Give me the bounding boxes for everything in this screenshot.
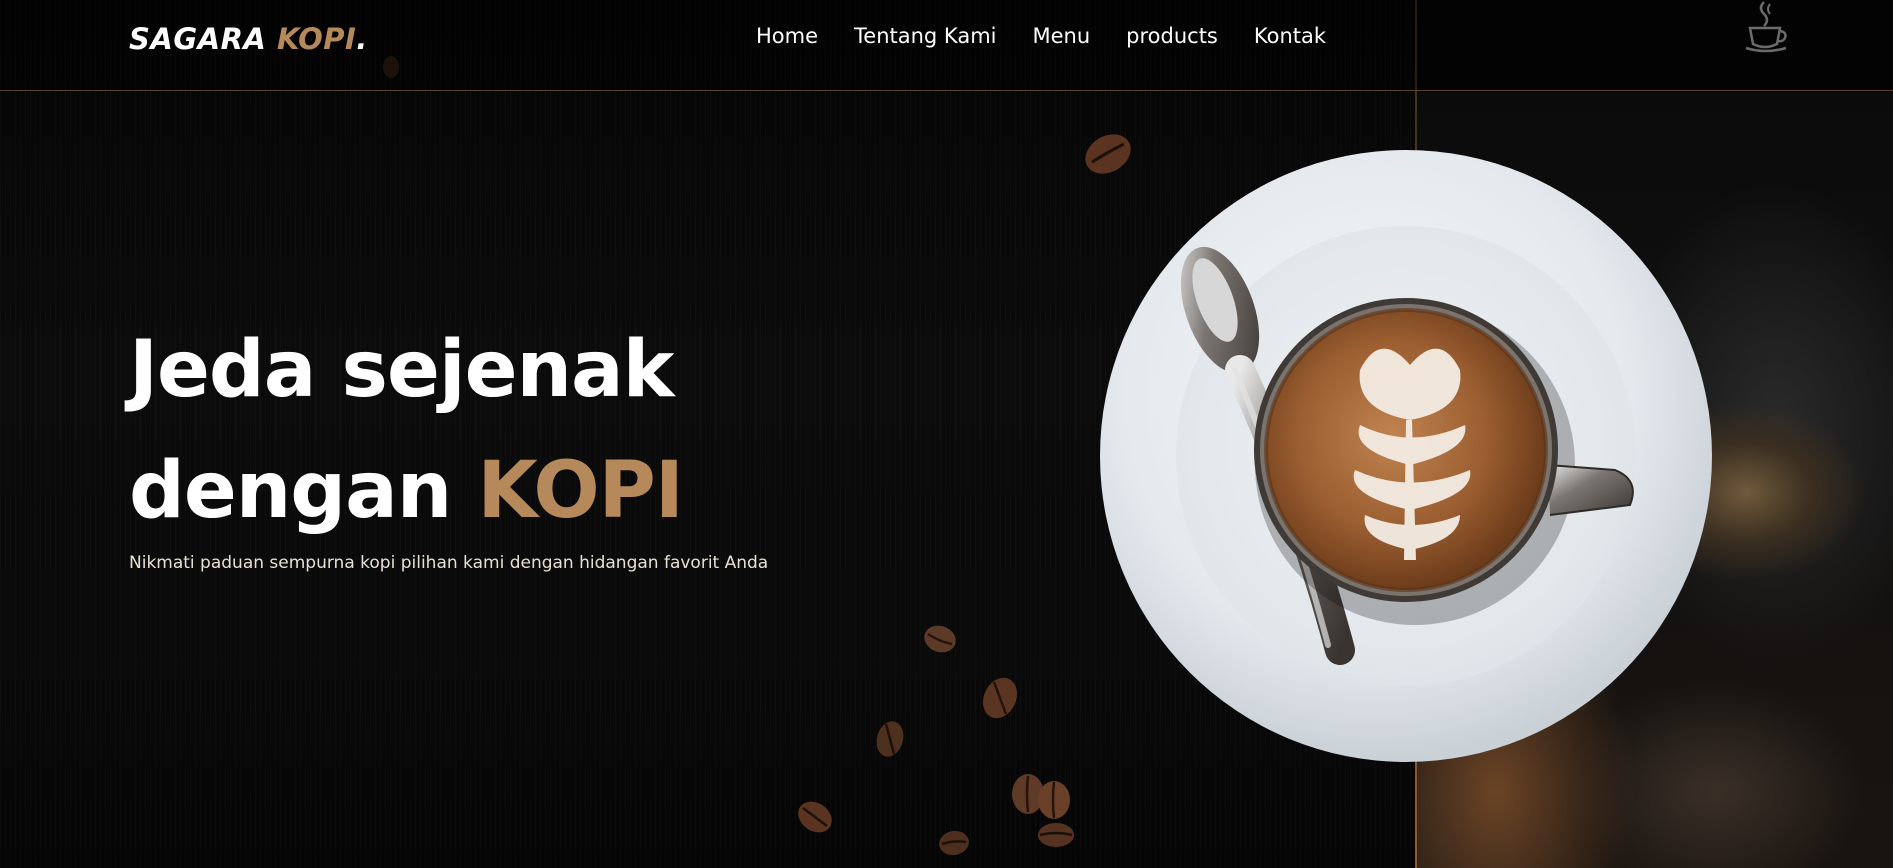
coffee-bean-icon xyxy=(1038,823,1074,847)
nav-products[interactable]: products xyxy=(1126,24,1218,48)
coffee-bean-icon xyxy=(798,801,832,833)
hero-subtitle: Nikmati paduan sempurna kopi pilihan kam… xyxy=(129,553,769,573)
nav-home[interactable]: Home xyxy=(756,24,818,48)
coffee-cup-icon[interactable] xyxy=(1744,0,1788,54)
hero-title-line1: Jeda sejenak xyxy=(129,325,675,415)
coffee-bean-icon xyxy=(982,677,1018,719)
coffee-bean-icon xyxy=(924,625,956,653)
brand-dot: . xyxy=(356,22,368,56)
nav-tentang-kami[interactable]: Tentang Kami xyxy=(854,24,996,48)
coffee-bean-icon xyxy=(939,830,969,856)
nav-menu[interactable]: Menu xyxy=(1032,24,1090,48)
navbar: SAGARA KOPI. Home Tentang Kami Menu prod… xyxy=(0,0,1893,91)
coffee-bean-icon xyxy=(876,721,904,757)
brand-name: SAGARA xyxy=(129,22,277,56)
hero-title-line2-prefix: dengan xyxy=(129,446,478,536)
coffee-bean-icon xyxy=(1012,774,1070,819)
main-nav: Home Tentang Kami Menu products Kontak xyxy=(756,24,1326,48)
brand-accent: KOPI xyxy=(276,22,357,56)
coffee-cup-illustration xyxy=(1100,150,1712,762)
brand-logo[interactable]: SAGARA KOPI. xyxy=(129,22,368,56)
hero-title: Jeda sejenak dengan KOPI xyxy=(129,310,684,552)
nav-kontak[interactable]: Kontak xyxy=(1254,24,1326,48)
hero-title-accent: KOPI xyxy=(477,446,683,536)
